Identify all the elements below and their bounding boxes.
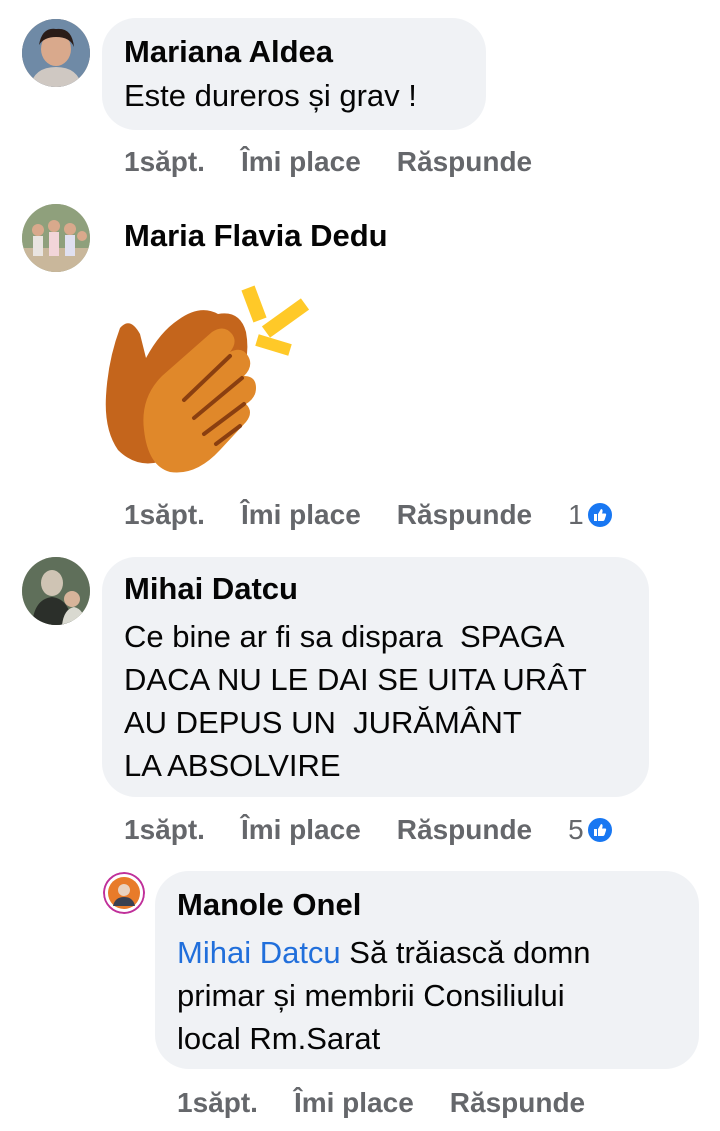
- comment-line: DACA NU LE DAI SE UITA URÂT: [124, 662, 587, 697]
- timestamp: 1săpt.: [124, 146, 205, 177]
- reply-button[interactable]: Răspunde: [397, 814, 532, 846]
- reply-button[interactable]: Răspunde: [397, 146, 532, 178]
- reaction-count-number: 5: [568, 814, 584, 845]
- comment-text: Este dureros și grav !: [124, 78, 417, 113]
- reply-button[interactable]: Răspunde: [397, 499, 532, 531]
- comment-bubble: Mihai Datcu Ce bine ar fi sa dispara SPA…: [102, 557, 649, 797]
- reply-text-line: primar și membrii Consiliului: [177, 978, 565, 1013]
- reply-text: Mihai Datcu Să trăiască domn primar și m…: [177, 931, 677, 1060]
- like-reaction-icon: [585, 501, 614, 529]
- comment-author[interactable]: Maria Flavia Dedu: [124, 218, 388, 254]
- reaction-count[interactable]: 1: [568, 499, 614, 531]
- comment-actions: 1săpt. Îmi place Răspunde 5: [124, 810, 614, 850]
- like-button[interactable]: Îmi place: [241, 146, 361, 178]
- avatar[interactable]: [22, 19, 90, 87]
- like-button[interactable]: Îmi place: [241, 814, 361, 846]
- reply-text-line: local Rm.Sarat: [177, 1021, 381, 1056]
- reply-author[interactable]: Manole Onel: [177, 887, 677, 923]
- comment-actions: 1săpt. Îmi place Răspunde 1: [124, 495, 614, 535]
- reply-text-line: Să trăiască domn: [340, 935, 591, 970]
- like-button[interactable]: Îmi place: [294, 1087, 414, 1119]
- comment-author[interactable]: Mariana Aldea: [124, 34, 464, 70]
- comment-actions: 1săpt. Îmi place Răspunde: [124, 142, 568, 182]
- avatar[interactable]: [22, 204, 90, 272]
- timestamp: 1săpt.: [124, 499, 205, 530]
- avatar[interactable]: [22, 557, 90, 625]
- reply-button[interactable]: Răspunde: [450, 1087, 585, 1119]
- comment-line: LA ABSOLVIRE: [124, 748, 341, 783]
- reaction-count[interactable]: 5: [568, 814, 614, 846]
- comment-line: Ce bine ar fi sa dispara SPAGA: [124, 619, 565, 654]
- mention-link[interactable]: Mihai Datcu: [177, 935, 341, 970]
- reply-actions: 1săpt. Îmi place Răspunde: [177, 1083, 621, 1123]
- comment-line: AU DEPUS UN JURĂMÂNT: [124, 705, 522, 740]
- timestamp: 1săpt.: [124, 814, 205, 845]
- reply-bubble: Manole Onel Mihai Datcu Să trăiască domn…: [155, 871, 699, 1069]
- comment-text: Ce bine ar fi sa dispara SPAGA DACA NU L…: [124, 615, 627, 787]
- comment-bubble: Mariana Aldea Este dureros și grav !: [102, 18, 486, 130]
- reaction-count-number: 1: [568, 499, 584, 530]
- like-button[interactable]: Îmi place: [241, 499, 361, 531]
- timestamp: 1săpt.: [177, 1087, 258, 1118]
- avatar[interactable]: [103, 872, 145, 914]
- comment-author[interactable]: Mihai Datcu: [124, 571, 627, 607]
- clapping-hands-sticker: [100, 280, 312, 480]
- like-reaction-icon: [585, 816, 614, 844]
